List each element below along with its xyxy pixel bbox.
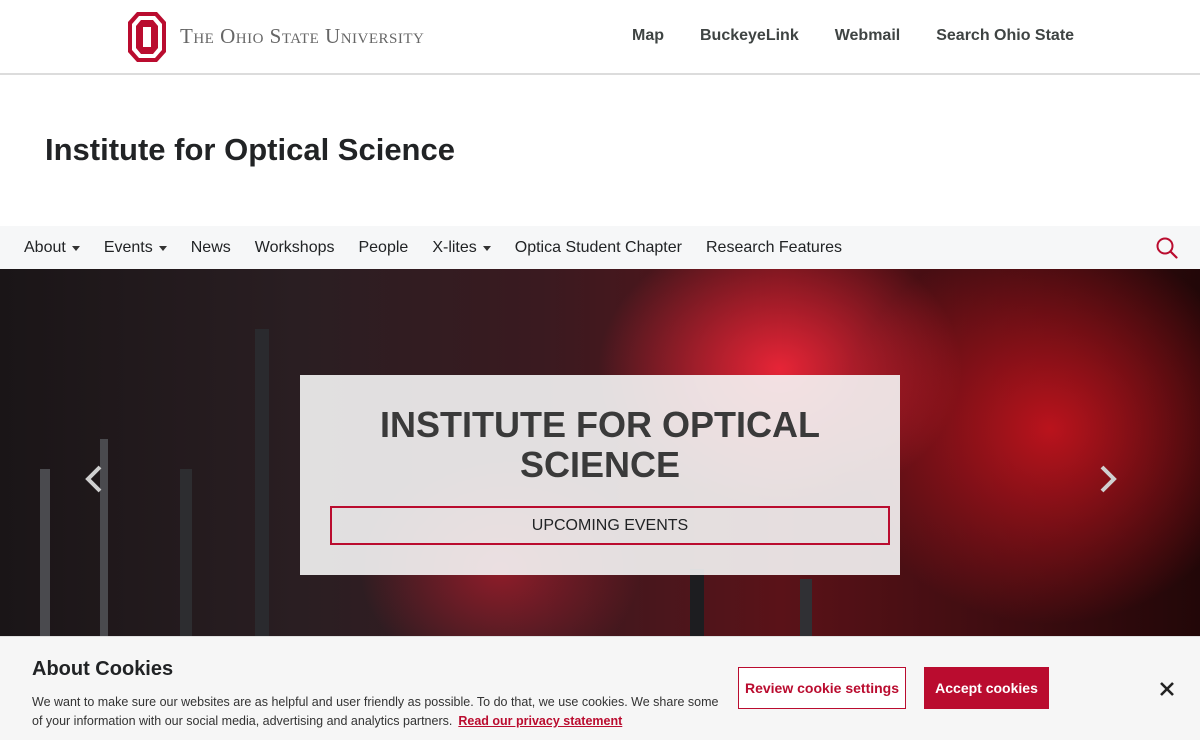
privacy-statement-link[interactable]: Read our privacy statement — [458, 714, 622, 728]
nav-item-news[interactable]: News — [191, 239, 231, 257]
nav-item-label: About — [24, 239, 66, 256]
nav-item-workshops[interactable]: Workshops — [255, 239, 335, 257]
chevron-right-icon[interactable] — [1096, 464, 1120, 494]
lab-equipment — [40, 469, 50, 640]
review-cookie-settings-button[interactable]: Review cookie settings — [738, 667, 906, 709]
nav-item-label: Events — [103, 239, 153, 256]
nav-item-events[interactable]: Events — [104, 239, 167, 257]
lab-equipment — [690, 569, 704, 640]
caret-down-icon — [482, 245, 491, 251]
nav-item-label: Workshops — [254, 239, 335, 256]
buckeyelink-link[interactable]: BuckeyeLink — [700, 27, 799, 45]
search-icon[interactable] — [1156, 237, 1178, 259]
nav-item-label: News — [190, 239, 231, 256]
lab-equipment — [180, 469, 192, 640]
hero-card: INSTITUTE FOR OPTICAL SCIENCE UPCOMING E… — [300, 375, 900, 575]
nav-item-x-lites[interactable]: X-lites — [432, 239, 491, 257]
nav-item-optica-student-chapter[interactable]: Optica Student Chapter — [515, 239, 682, 257]
caret-down-icon — [71, 245, 80, 251]
site-title[interactable]: Institute for Optical Science — [45, 132, 455, 168]
accept-cookies-button[interactable]: Accept cookies — [924, 667, 1049, 709]
upcoming-events-button[interactable]: UPCOMING EVENTS — [330, 506, 890, 545]
hero-carousel: INSTITUTE FOR OPTICAL SCIENCE UPCOMING E… — [0, 269, 1200, 640]
caret-down-icon — [158, 245, 167, 251]
search-ohio-state-link[interactable]: Search Ohio State — [936, 27, 1074, 45]
cookie-title: About Cookies — [32, 658, 174, 680]
lab-equipment — [800, 579, 812, 640]
nav-item-about[interactable]: About — [24, 239, 80, 257]
nav-item-label: Research Features — [705, 239, 843, 256]
hero-heading: INSTITUTE FOR OPTICAL SCIENCE — [380, 404, 820, 485]
university-header: The Ohio State University Map BuckeyeLin… — [0, 0, 1200, 75]
nav-item-label: X-lites — [432, 239, 477, 256]
nav-item-label: Optica Student Chapter — [514, 239, 682, 256]
nav-item-label: People — [358, 239, 409, 256]
cookie-text: We want to make sure our websites are as… — [32, 693, 722, 731]
nav-item-research-features[interactable]: Research Features — [706, 239, 842, 257]
main-nav: About Events News Workshops People X-lit… — [0, 226, 1200, 269]
cookie-banner: About Cookies We want to make sure our w… — [0, 636, 1200, 740]
map-link[interactable]: Map — [632, 27, 664, 45]
university-links: Map BuckeyeLink Webmail Search Ohio Stat… — [632, 27, 1110, 45]
webmail-link[interactable]: Webmail — [835, 27, 901, 45]
university-wordmark[interactable]: The Ohio State University — [180, 24, 424, 49]
nav-item-people[interactable]: People — [358, 239, 408, 257]
ohio-state-logo[interactable] — [128, 12, 166, 62]
chevron-left-icon[interactable] — [82, 464, 106, 494]
close-icon[interactable] — [1156, 678, 1178, 700]
lab-equipment — [255, 329, 269, 640]
